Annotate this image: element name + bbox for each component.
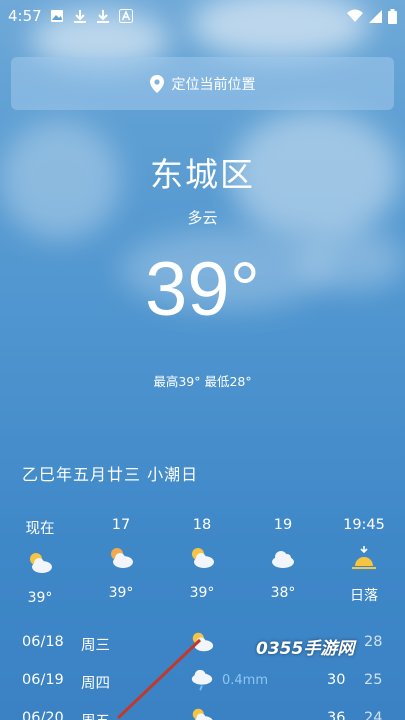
annotation-line [116,638,202,720]
watermark: 0355手游网 [256,639,355,659]
